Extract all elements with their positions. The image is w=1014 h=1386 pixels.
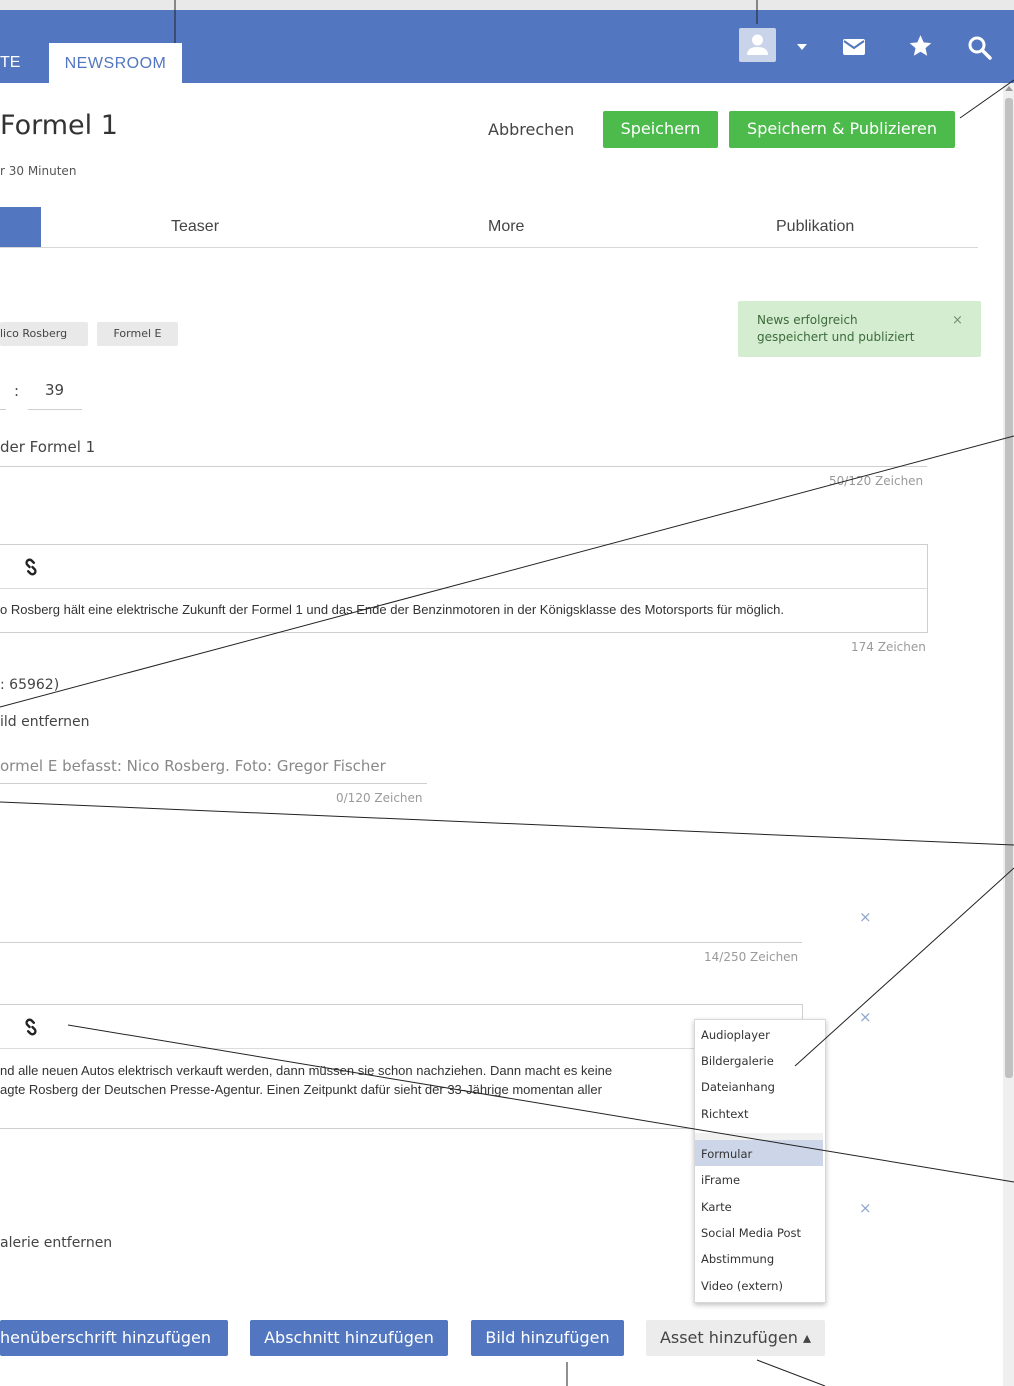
- scrollbar-thumb[interactable]: [1005, 98, 1013, 1078]
- nav-tab-newsroom[interactable]: NEWSROOM: [49, 43, 182, 83]
- time-separator: :: [14, 382, 20, 400]
- article-title: Formel 1: [0, 110, 118, 141]
- menu-item-abstimmung[interactable]: Abstimmung: [701, 1252, 774, 1266]
- link-icon[interactable]: [22, 558, 40, 576]
- article-meta: r 30 Minuten: [0, 164, 77, 178]
- subtitle-counter: 14/250 Zeichen: [704, 950, 799, 964]
- caption-underline: [0, 783, 427, 784]
- toast-message: News erfolgreich gespeichert und publizi…: [757, 313, 915, 344]
- menu-item-iframe[interactable]: iFrame: [701, 1173, 740, 1187]
- image-caption-input[interactable]: ormel E befasst: Nico Rosberg. Foto: Gre…: [0, 757, 386, 775]
- lead-text[interactable]: o Rosberg hält eine elektrische Zukunft …: [0, 602, 784, 617]
- paragraph-line[interactable]: agte Rosberg der Deutschen Presse-Agentu…: [0, 1082, 693, 1097]
- remove-image-link[interactable]: ild entfernen: [0, 714, 90, 730]
- nav-tab-cut[interactable]: TE: [0, 54, 20, 72]
- annotation-line: [0, 801, 1014, 846]
- menu-separator: [695, 1133, 823, 1140]
- paragraph-line[interactable]: nd alle neuen Autos elektrisch verkauft …: [0, 1063, 693, 1078]
- annotation-lines: [0, 0, 1014, 1386]
- remove-block-button[interactable]: ×: [859, 1199, 872, 1217]
- tabs-divider: [0, 247, 978, 248]
- remove-block-button[interactable]: ×: [859, 1008, 872, 1026]
- add-asset-button[interactable]: Asset hinzufügen ▴: [646, 1320, 825, 1356]
- caption-counter: 0/120 Zeichen: [336, 791, 423, 805]
- menu-item-social-media-post[interactable]: Social Media Post: [701, 1226, 801, 1240]
- menu-item-bildergalerie[interactable]: Bildergalerie: [701, 1054, 774, 1068]
- annotation-line: [756, 1359, 826, 1386]
- add-image-button[interactable]: Bild hinzufügen: [471, 1320, 624, 1356]
- user-icon: [747, 34, 768, 55]
- asset-dropdown-menu: Audioplayer Bildergalerie Dateianhang Ri…: [694, 1019, 826, 1303]
- toolbar-divider: [0, 1048, 802, 1049]
- headline-input[interactable]: der Formel 1: [0, 438, 95, 456]
- remove-block-button[interactable]: ×: [859, 908, 872, 926]
- lead-counter: 174 Zeichen: [851, 640, 926, 654]
- tag-chip[interactable]: Formel E: [97, 322, 178, 346]
- toolbar-divider: [0, 588, 927, 589]
- headline-underline: [0, 466, 927, 467]
- annotation-line: [794, 867, 1014, 1067]
- subtitle-underline: [0, 942, 802, 943]
- add-heading-button[interactable]: henüberschrift hinzufügen: [0, 1320, 228, 1356]
- save-button[interactable]: Speichern: [603, 111, 718, 148]
- tag-label: lico Rosberg: [0, 327, 68, 340]
- search-icon[interactable]: [967, 35, 993, 61]
- menu-item-dateianhang[interactable]: Dateianhang: [701, 1080, 775, 1094]
- headline-counter: 50/120 Zeichen: [829, 474, 924, 488]
- user-menu-button[interactable]: [739, 28, 776, 62]
- cancel-button[interactable]: Abbrechen: [488, 120, 574, 139]
- image-id: : 65962): [0, 677, 60, 693]
- tag-label: Formel E: [113, 327, 162, 340]
- remove-gallery-link[interactable]: alerie entfernen: [0, 1235, 112, 1251]
- tab-teaser[interactable]: Teaser: [171, 218, 219, 236]
- save-publish-button[interactable]: Speichern & Publizieren: [729, 111, 955, 148]
- window-top-strip: [0, 0, 1014, 10]
- menu-item-video-extern[interactable]: Video (extern): [701, 1279, 783, 1293]
- minutes-field[interactable]: 39: [45, 381, 64, 399]
- hours-underline: [0, 409, 6, 410]
- menu-item-formular[interactable]: Formular: [701, 1147, 752, 1161]
- chevron-down-icon[interactable]: [797, 44, 807, 50]
- toast-close-button[interactable]: ×: [952, 313, 963, 328]
- star-icon[interactable]: [907, 33, 934, 59]
- tab-more[interactable]: More: [488, 218, 524, 236]
- scroll-up-arrow[interactable]: [1005, 86, 1013, 91]
- tab-publikation[interactable]: Publikation: [776, 218, 854, 236]
- menu-item-richtext[interactable]: Richtext: [701, 1107, 749, 1121]
- minutes-underline: [28, 409, 82, 410]
- link-icon[interactable]: [22, 1018, 40, 1036]
- menu-item-audioplayer[interactable]: Audioplayer: [701, 1028, 770, 1042]
- mail-icon[interactable]: [842, 38, 866, 56]
- tab-selected[interactable]: [0, 207, 41, 247]
- tag-chip[interactable]: lico Rosberg: [0, 322, 88, 346]
- menu-item-karte[interactable]: Karte: [701, 1200, 732, 1214]
- add-section-button[interactable]: Abschnitt hinzufügen: [250, 1320, 448, 1356]
